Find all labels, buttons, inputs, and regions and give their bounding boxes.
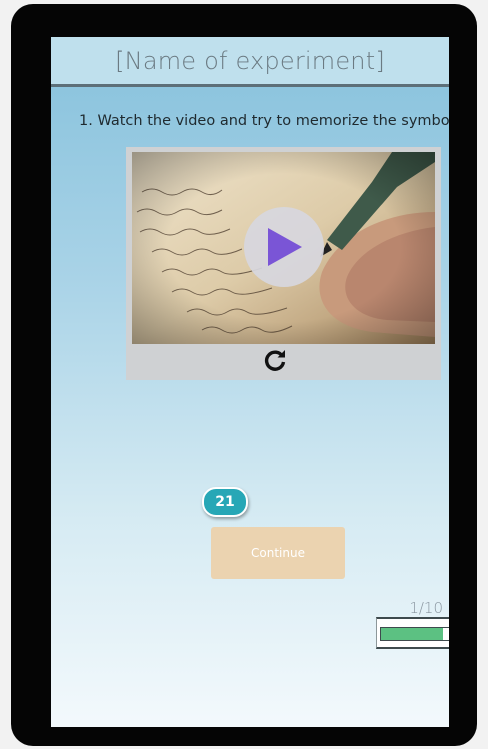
play-button[interactable] bbox=[244, 207, 324, 287]
tablet-frame: [Name of experiment] 1. Watch the video … bbox=[11, 4, 477, 746]
experiment-title: [Name of experiment] bbox=[115, 46, 385, 75]
video-player bbox=[126, 147, 441, 380]
progress-text: 1/10 bbox=[409, 599, 443, 617]
progress-fill bbox=[381, 628, 443, 640]
progress-bar bbox=[376, 617, 449, 649]
screen: [Name of experiment] 1. Watch the video … bbox=[51, 37, 449, 727]
reload-icon bbox=[264, 350, 286, 371]
continue-button[interactable]: Continue bbox=[211, 527, 345, 579]
header-bar: [Name of experiment] bbox=[51, 37, 449, 87]
progress-track bbox=[380, 627, 449, 641]
video-thumbnail[interactable] bbox=[132, 152, 435, 344]
play-icon bbox=[268, 228, 302, 266]
reload-button[interactable] bbox=[262, 347, 288, 373]
timer-badge: 21 bbox=[202, 487, 248, 517]
instruction-text: 1. Watch the video and try to memorize t… bbox=[79, 113, 449, 129]
